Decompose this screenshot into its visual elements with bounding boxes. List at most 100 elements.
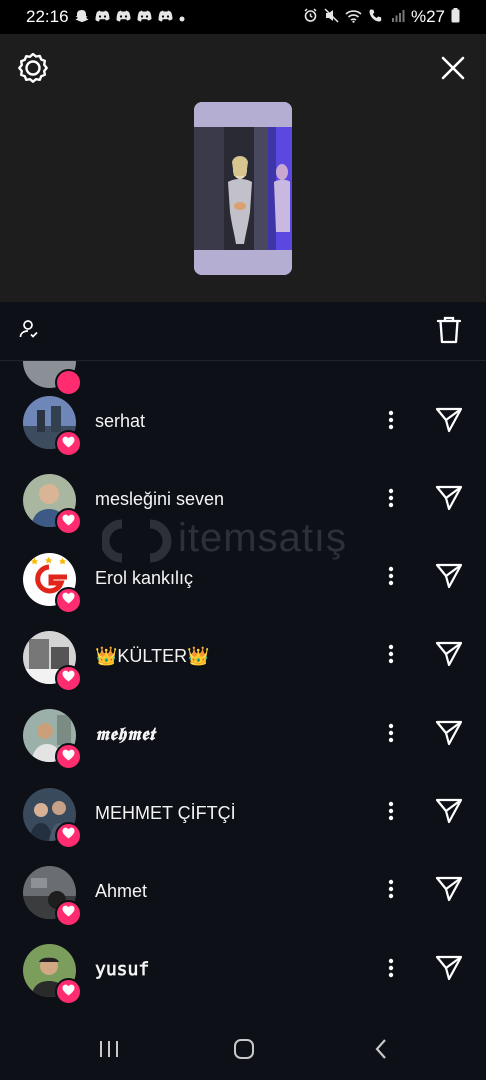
heart-icon [62,435,75,453]
heart-icon [62,904,75,922]
list-item[interactable]: mesleğini seven [0,465,486,543]
viewer-name[interactable]: mesleğini seven [95,489,224,510]
send-message-button[interactable] [433,642,465,672]
more-options-button[interactable] [379,564,403,594]
home-icon [233,1038,255,1065]
navigation-bar [0,1022,486,1080]
heart-icon [62,669,75,687]
more-options-button[interactable] [379,485,403,515]
discord-icon [95,10,110,25]
discord-icon [137,10,152,25]
send-icon [435,485,463,516]
heart-badge [55,821,82,849]
list-item-partial [23,361,82,396]
story-thumbnail[interactable] [194,102,292,275]
dot-icon [179,10,185,25]
more-vertical-icon [388,488,394,513]
discord-icon [158,10,173,25]
viewer-name[interactable]: serhat [95,411,145,432]
list-item[interactable]: 👑KÜLTER👑 [0,622,486,700]
status-time: 22:16 [26,7,69,26]
heart-icon [62,983,75,1001]
more-vertical-icon [388,723,394,748]
more-options-button[interactable] [379,955,403,985]
viewer-name[interactable]: 𝖒𝖊𝖍𝖒𝖊𝖙 [95,724,155,745]
signal-icon [391,9,405,25]
heart-badge [55,978,82,1006]
list-item[interactable]: serhat [0,387,486,465]
heart-badge [55,586,82,614]
heart-icon [62,591,75,609]
trash-icon [436,315,462,350]
list-item[interactable]: 𝚢𝚞𝚜𝚞𝚏 [0,935,486,1011]
status-right: %27 [303,7,460,27]
viewers-icon [19,319,39,344]
recents-icon [98,1039,120,1064]
call-icon [368,8,385,26]
send-message-button[interactable] [433,877,465,907]
send-message-button[interactable] [433,720,465,750]
more-options-button[interactable] [379,642,403,672]
more-options-button[interactable] [379,799,403,829]
back-icon [373,1038,389,1065]
list-item[interactable]: MEHMET ÇİFTÇİ [0,779,486,857]
battery-icon [451,8,460,26]
heart-badge [55,743,82,771]
viewers-toolbar [0,302,486,361]
delete-button[interactable] [433,315,465,349]
back-button[interactable] [368,1038,394,1064]
heart-badge [55,899,82,927]
close-button[interactable] [434,51,472,89]
more-options-button[interactable] [379,407,403,437]
list-item[interactable]: Erol kankılıç [0,544,486,622]
close-icon [440,55,466,86]
story-header [0,34,486,336]
mute-icon [324,8,339,26]
send-icon [435,955,463,986]
heart-icon [62,513,75,531]
status-left: 22:16 [26,7,185,27]
send-icon [435,407,463,438]
viewer-name[interactable]: 👑KÜLTER👑 [95,646,210,667]
recents-button[interactable] [96,1038,122,1064]
send-icon [435,641,463,672]
home-button[interactable] [231,1038,257,1064]
send-message-button[interactable] [433,407,465,437]
viewer-name[interactable]: MEHMET ÇİFTÇİ [95,803,236,824]
heart-badge [55,508,82,536]
list-item[interactable]: Ahmet [0,857,486,935]
viewer-list[interactable]: serhat mesleğini seven Erol kankılıç 👑KÜLTE… [0,361,486,1011]
viewer-name[interactable]: Ahmet [95,881,147,902]
alarm-icon [303,8,318,26]
snapchat-icon [75,9,89,26]
send-message-button[interactable] [433,485,465,515]
more-vertical-icon [388,801,394,826]
discord-icon [116,10,131,25]
viewer-name[interactable]: Erol kankılıç [95,568,193,589]
send-icon [435,720,463,751]
story-image [194,102,292,275]
heart-icon [62,748,75,766]
heart-badge [55,664,82,692]
more-vertical-icon [388,879,394,904]
send-message-button[interactable] [433,955,465,985]
more-vertical-icon [388,644,394,669]
viewers-button[interactable] [14,316,44,346]
send-icon [435,798,463,829]
send-icon [435,563,463,594]
more-options-button[interactable] [379,877,403,907]
battery-percent: %27 [410,7,445,26]
send-message-button[interactable] [433,563,465,594]
heart-badge [55,430,82,457]
send-message-button[interactable] [433,798,465,829]
wifi-icon [345,9,362,26]
gear-icon [18,52,48,88]
settings-button[interactable] [14,51,52,89]
status-bar: 22:16 %27 [0,0,486,34]
more-options-button[interactable] [379,720,403,750]
more-vertical-icon [388,410,394,435]
viewer-name[interactable]: 𝚢𝚞𝚜𝚞𝚏 [95,959,149,980]
more-vertical-icon [388,958,394,983]
list-item[interactable]: 𝖒𝖊𝖍𝖒𝖊𝖙 [0,700,486,778]
heart-icon [62,826,75,844]
